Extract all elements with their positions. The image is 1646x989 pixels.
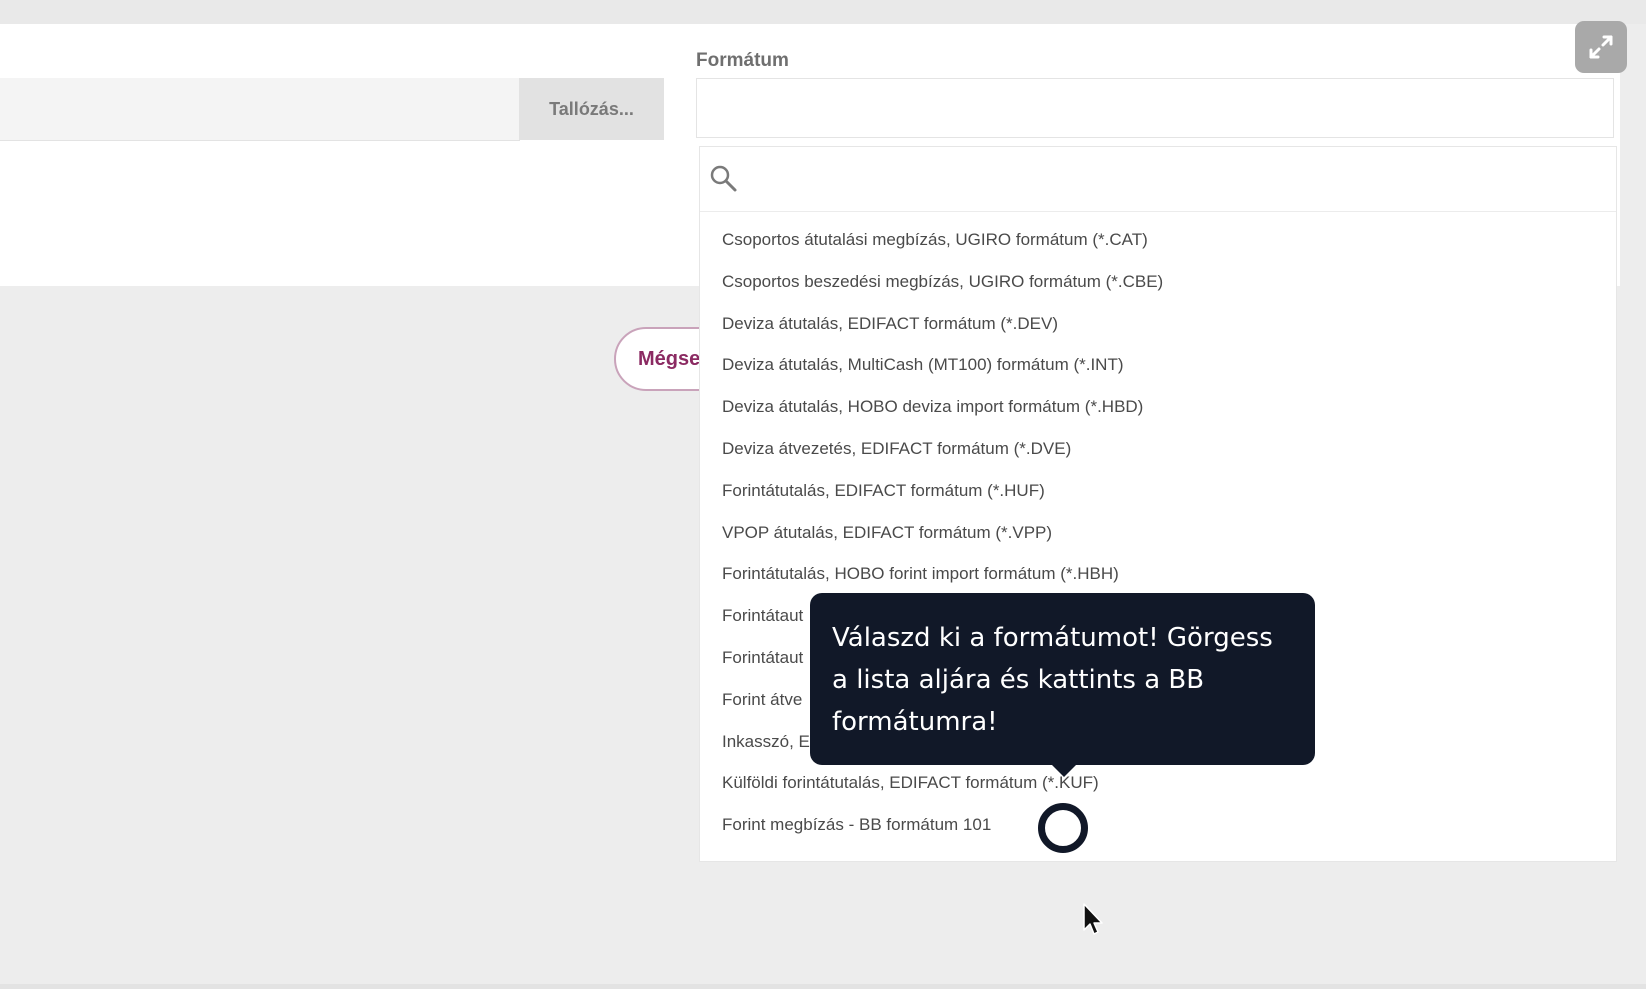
search-icon	[710, 165, 737, 192]
top-strip	[0, 0, 1646, 24]
format-option[interactable]: Deviza átutalás, EDIFACT formátum (*.DEV…	[700, 303, 1616, 345]
format-option[interactable]: Deviza átutalás, MultiCash (MT100) formá…	[700, 344, 1616, 386]
guide-tooltip-text: Válaszd ki a formátumot! Görgess a lista…	[832, 623, 1273, 737]
format-select[interactable]	[696, 78, 1614, 138]
format-option[interactable]: Külföldi forintátutalás, EDIFACT formátu…	[700, 762, 1616, 804]
format-option-bb-101[interactable]: Forint megbízás - BB formátum 101	[700, 804, 1616, 846]
bottom-strip	[0, 984, 1646, 989]
dropdown-search-input[interactable]	[746, 157, 1610, 203]
mouse-pointer-icon	[1083, 903, 1103, 935]
format-option[interactable]: Deviza átutalás, HOBO deviza import form…	[700, 386, 1616, 428]
format-option[interactable]: Forintátutalás, EDIFACT formátum (*.HUF)	[700, 470, 1616, 512]
browse-button[interactable]: Tallózás...	[519, 78, 664, 140]
format-option[interactable]: VPOP átutalás, EDIFACT formátum (*.VPP)	[700, 512, 1616, 554]
tooltip-arrow	[1050, 763, 1078, 777]
click-target-ring	[1038, 803, 1088, 853]
format-option[interactable]: Csoportos átutalási megbízás, UGIRO form…	[700, 219, 1616, 261]
file-path-field[interactable]	[0, 78, 520, 141]
dropdown-search-row	[700, 147, 1616, 212]
format-label: Formátum	[696, 50, 789, 71]
format-option[interactable]: Deviza átvezetés, EDIFACT formátum (*.DV…	[700, 428, 1616, 470]
expand-button[interactable]	[1575, 21, 1627, 73]
expand-arrows-icon	[1589, 35, 1613, 59]
format-option[interactable]: Forintátutalás, HOBO forint import formá…	[700, 553, 1616, 595]
format-option[interactable]: Csoportos beszedési megbízás, UGIRO form…	[700, 261, 1616, 303]
guide-tooltip: Válaszd ki a formátumot! Görgess a lista…	[810, 593, 1315, 765]
